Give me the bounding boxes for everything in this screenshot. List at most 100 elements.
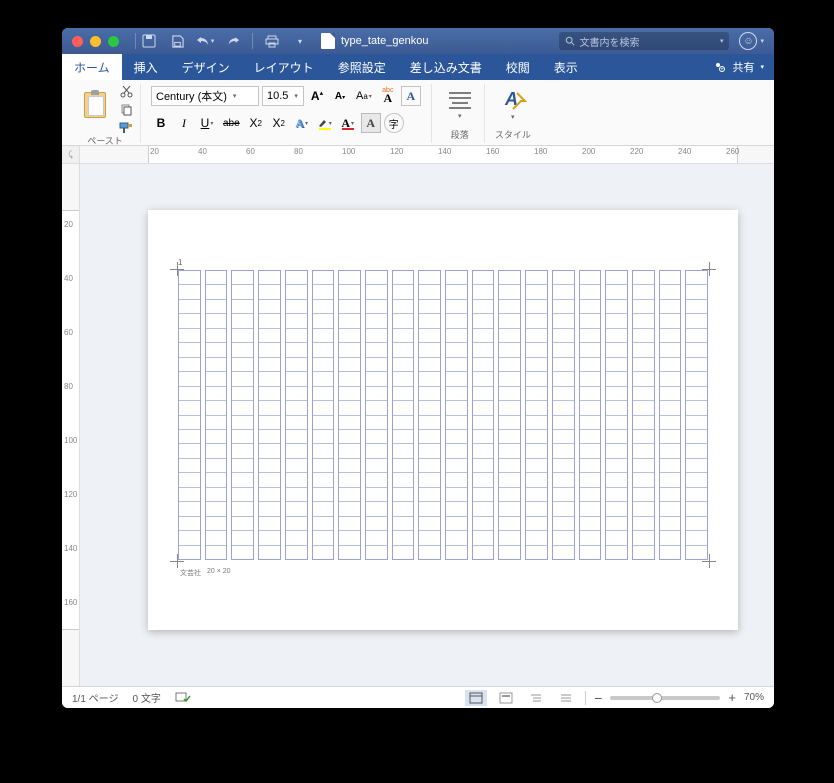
genkou-cell <box>259 488 280 502</box>
zoom-in-button[interactable]: + <box>728 690 736 705</box>
zoom-slider-thumb[interactable] <box>652 693 662 703</box>
tab-insert[interactable]: 挿入 <box>122 54 170 80</box>
genkou-cell <box>366 300 387 314</box>
paragraph-label: 段落 <box>451 128 469 143</box>
ruler-tick-label: 200 <box>582 147 595 156</box>
superscript-button[interactable]: X2 <box>269 113 289 133</box>
enclose-characters-button[interactable]: 字 <box>384 113 404 133</box>
search-input[interactable]: 文書内を検索 ▾ <box>559 32 729 50</box>
genkou-cell <box>580 488 601 502</box>
tab-home[interactable]: ホーム <box>62 54 122 80</box>
genkou-cell <box>473 401 494 415</box>
genkou-cell <box>339 416 360 430</box>
italic-button[interactable]: I <box>174 113 194 133</box>
genkou-cell <box>606 314 627 328</box>
print-layout-view-button[interactable] <box>465 690 487 706</box>
genkou-cell <box>473 416 494 430</box>
genkou-cell <box>633 546 654 559</box>
web-layout-view-button[interactable] <box>495 690 517 706</box>
phonetic-guide-button[interactable]: abcA <box>378 86 398 106</box>
vertical-ruler[interactable]: 20406080100120140160 <box>62 164 80 686</box>
genkou-cell <box>206 430 227 444</box>
page[interactable]: 1 文芸社 20 × 20 <box>148 210 738 630</box>
outline-view-button[interactable] <box>525 690 547 706</box>
genkou-cell <box>499 531 520 545</box>
genkou-cell <box>206 459 227 473</box>
genkou-grid <box>178 270 708 560</box>
draft-view-button[interactable] <box>555 690 577 706</box>
paste-button[interactable] <box>76 84 114 126</box>
bold-button[interactable]: B <box>151 113 171 133</box>
highlight-button[interactable]: ▾ <box>315 113 335 133</box>
genkou-cell <box>553 285 574 299</box>
genkou-cell <box>553 387 574 401</box>
underline-button[interactable]: U▾ <box>197 113 217 133</box>
undo-icon[interactable]: ▾ <box>194 32 216 50</box>
genkou-cell <box>179 300 200 314</box>
increase-font-button[interactable]: A▴ <box>307 86 327 106</box>
redo-icon[interactable] <box>222 32 244 50</box>
genkou-cell <box>660 459 681 473</box>
horizontal-ruler[interactable]: ⤹ 20406080100120140160180200220240260 <box>62 146 774 164</box>
qat-customize-icon[interactable]: ▾ <box>289 32 311 50</box>
font-size-dropdown[interactable]: 10.5▾ <box>262 86 304 106</box>
genkou-cell <box>286 531 307 545</box>
genkou-cell <box>526 430 547 444</box>
print-icon[interactable] <box>261 32 283 50</box>
genkou-cell <box>179 416 200 430</box>
text-effects-button[interactable]: A▾ <box>292 113 312 133</box>
genkou-cell <box>232 314 253 328</box>
zoom-value[interactable]: 70% <box>744 692 764 703</box>
tab-review[interactable]: 校閲 <box>494 54 542 80</box>
tab-layout[interactable]: レイアウト <box>242 54 326 80</box>
font-color-button[interactable]: A▾ <box>338 113 358 133</box>
strikethrough-button[interactable]: abe <box>220 113 243 133</box>
tab-references[interactable]: 参照設定 <box>326 54 398 80</box>
copy-button[interactable] <box>118 102 134 116</box>
genkou-cell <box>580 387 601 401</box>
genkou-cell <box>419 416 440 430</box>
close-window-button[interactable] <box>72 36 83 47</box>
spellcheck-icon[interactable] <box>175 692 191 704</box>
subscript-button[interactable]: X2 <box>246 113 266 133</box>
tab-view[interactable]: 表示 <box>542 54 590 80</box>
zoom-slider[interactable] <box>610 696 720 700</box>
change-case-button[interactable]: Aa▾ <box>353 86 375 106</box>
tab-design[interactable]: デザイン <box>170 54 242 80</box>
genkou-cell <box>366 401 387 415</box>
genkou-cell <box>232 271 253 285</box>
zoom-out-button[interactable]: − <box>594 690 602 706</box>
save-icon[interactable] <box>166 32 188 50</box>
tab-mailings[interactable]: 差し込み文書 <box>398 54 494 80</box>
genkou-cell <box>553 502 574 516</box>
styles-button[interactable]: A ▾ <box>495 84 531 126</box>
maximize-window-button[interactable] <box>108 36 119 47</box>
minimize-window-button[interactable] <box>90 36 101 47</box>
genkou-cell <box>446 300 467 314</box>
genkou-cell <box>419 387 440 401</box>
page-info[interactable]: 1/1 ページ <box>72 690 118 705</box>
genkou-cell <box>660 444 681 458</box>
genkou-cell <box>286 488 307 502</box>
word-count[interactable]: 0 文字 <box>132 690 160 705</box>
genkou-cell <box>366 459 387 473</box>
genkou-cell <box>313 314 334 328</box>
genkou-cell <box>419 459 440 473</box>
genkou-cell <box>606 372 627 386</box>
cut-button[interactable] <box>118 84 134 98</box>
format-painter-button[interactable] <box>118 120 134 134</box>
genkou-cell <box>660 314 681 328</box>
autosave-icon[interactable] <box>138 32 160 50</box>
genkou-cell <box>206 546 227 559</box>
character-border-button[interactable]: A <box>401 86 421 106</box>
genkou-cell <box>286 459 307 473</box>
decrease-font-button[interactable]: A▾ <box>330 86 350 106</box>
paragraph-button[interactable]: ▾ <box>442 84 478 126</box>
share-button[interactable]: + 共有 ▾ <box>704 54 774 80</box>
character-shading-button[interactable]: A <box>361 113 381 133</box>
feedback-icon[interactable]: ☺ <box>739 32 757 50</box>
genkou-cell <box>286 416 307 430</box>
genkou-cell <box>339 546 360 559</box>
document-canvas[interactable]: 1 文芸社 20 × 20 <box>80 164 774 686</box>
font-name-dropdown[interactable]: Century (本文)▾ <box>151 86 259 106</box>
